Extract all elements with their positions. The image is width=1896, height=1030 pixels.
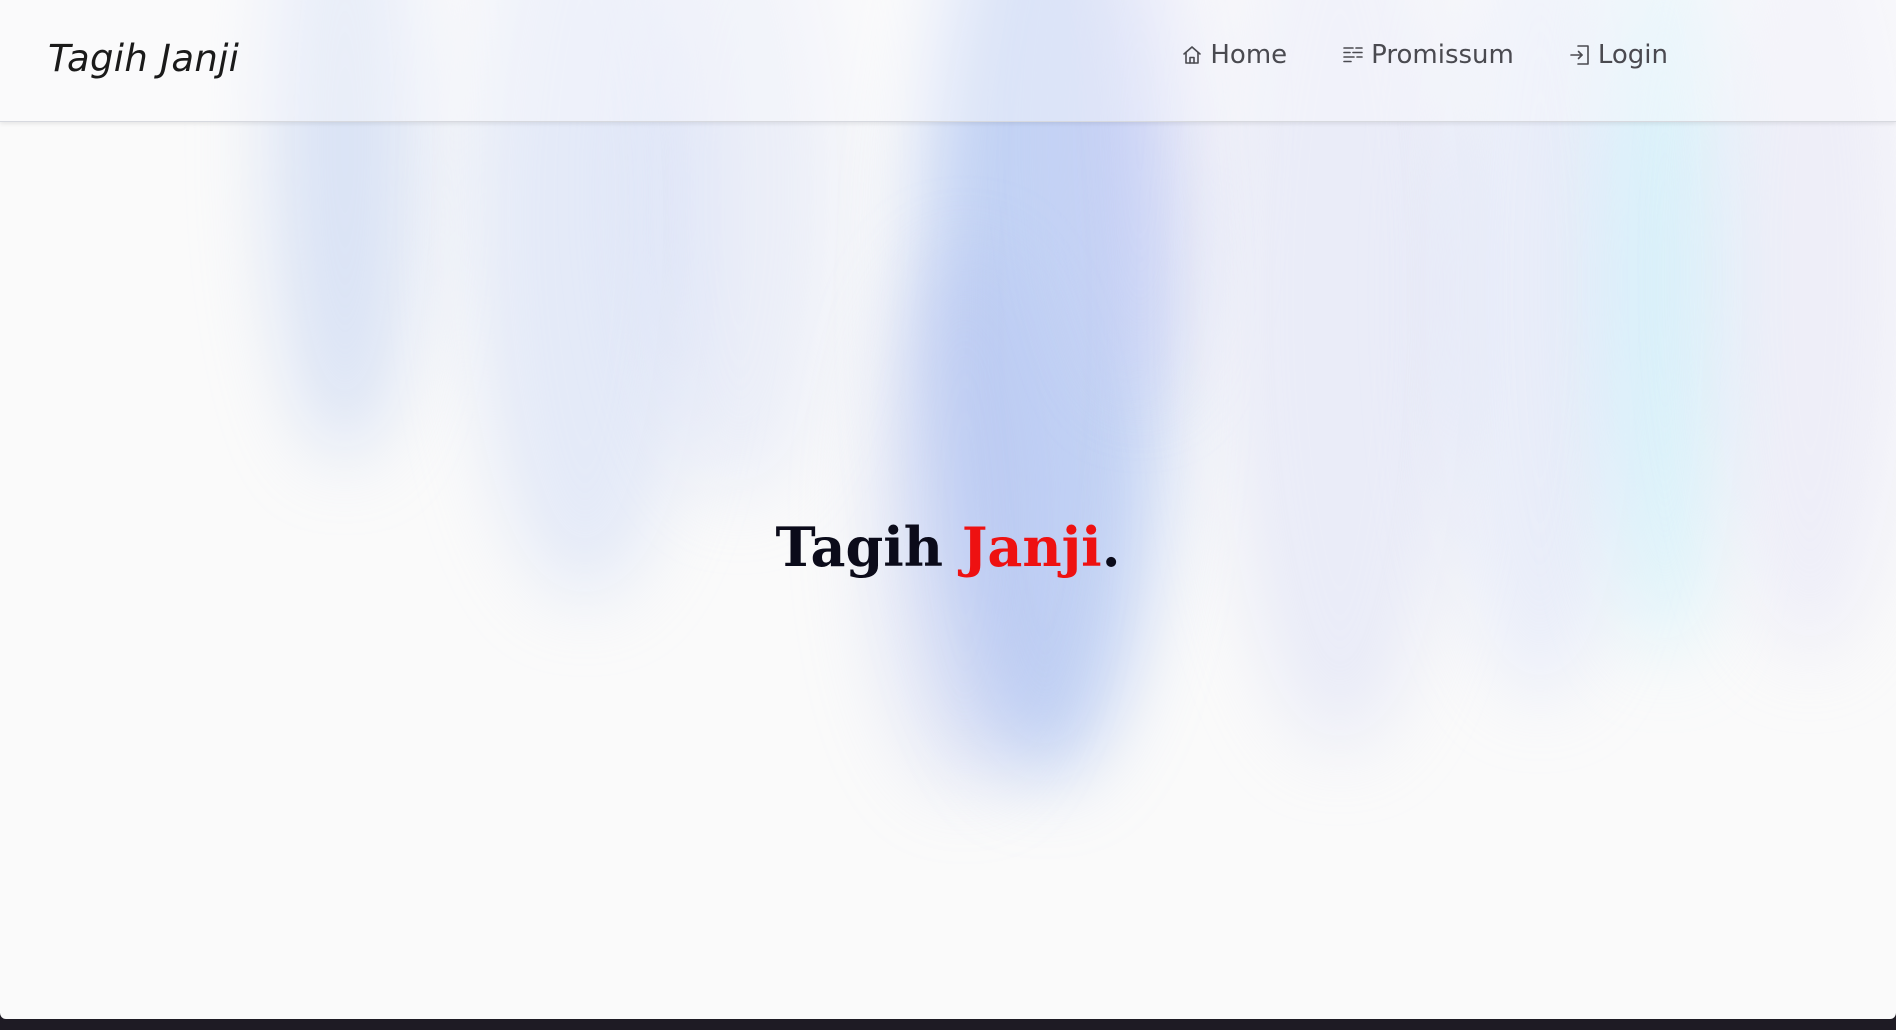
hero-title: Tagih Janji. <box>0 512 1896 582</box>
nav-item-label: Promissum <box>1371 40 1514 70</box>
hero-title-punct: . <box>1101 515 1121 580</box>
nav-item-promissum[interactable]: Promissum <box>1341 40 1514 70</box>
hero-title-word: Tagih <box>775 515 944 580</box>
page: Tagih Janji Home Promissum Login Tagih J… <box>0 0 1896 1019</box>
nav-menu: Home Promissum Login <box>1180 40 1668 70</box>
home-icon <box>1183 46 1202 64</box>
brand-link[interactable]: Tagih Janji <box>48 34 239 84</box>
nav-item-home[interactable]: Home <box>1180 40 1287 70</box>
list-icon <box>1343 47 1363 63</box>
nav-item-label: Login <box>1597 40 1668 70</box>
navbar: Tagih Janji Home Promissum Login <box>0 0 1896 122</box>
hero-title-accent: Janji <box>961 515 1102 580</box>
login-icon <box>1570 45 1589 65</box>
nav-item-login[interactable]: Login <box>1568 40 1668 70</box>
nav-item-label: Home <box>1210 40 1288 70</box>
